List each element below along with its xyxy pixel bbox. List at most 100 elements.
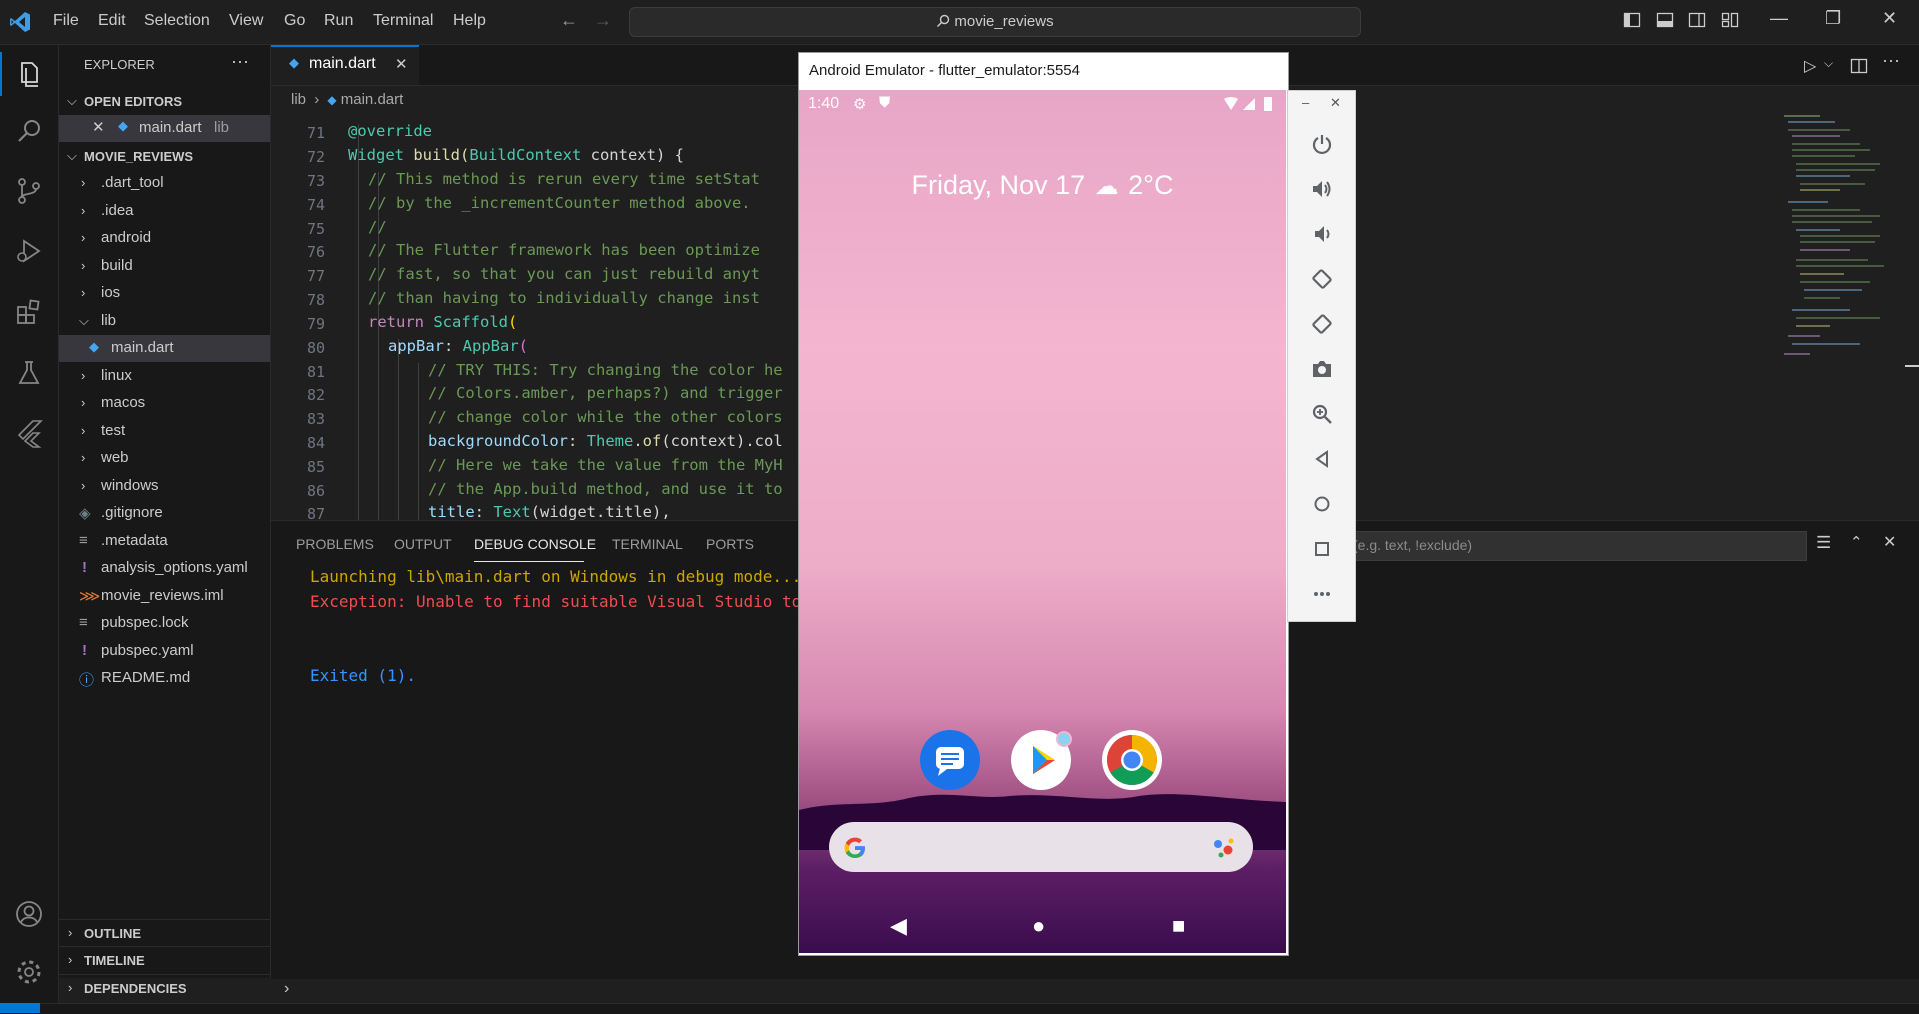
extensions-icon[interactable]: [13, 296, 45, 328]
tab-problems[interactable]: PROBLEMS: [296, 536, 374, 552]
dependencies-section[interactable]: › DEPENDENCIES: [59, 974, 270, 1002]
tree-folder[interactable]: › windows: [59, 473, 270, 500]
tree-folder[interactable]: › .idea: [59, 198, 270, 225]
close-window-icon[interactable]: ✕: [1882, 8, 1897, 29]
search-icon[interactable]: [13, 116, 45, 148]
clear-console-icon[interactable]: ☰: [1816, 533, 1831, 553]
code-line[interactable]: backgroundColor: Theme.of(context).col: [428, 432, 783, 450]
android-back-icon[interactable]: ◀: [890, 913, 907, 939]
code-line[interactable]: // This method is rerun every time setSt…: [368, 170, 760, 188]
project-section[interactable]: ⌵ MOVIE_REVIEWS: [59, 143, 270, 170]
tree-file[interactable]: ! analysis_options.yaml: [59, 555, 270, 582]
tree-folder[interactable]: › ios: [59, 280, 270, 307]
tree-folder[interactable]: › linux: [59, 363, 270, 390]
customize-layout-icon[interactable]: [1721, 11, 1739, 29]
code-line[interactable]: Widget build(BuildContext context) {: [348, 146, 684, 164]
tree-folder[interactable]: › web: [59, 445, 270, 472]
menu-file[interactable]: File: [53, 12, 79, 30]
maximize-panel-icon[interactable]: ⌃: [1850, 533, 1863, 551]
breadcrumb-dir[interactable]: lib: [291, 91, 306, 108]
google-assistant-icon[interactable]: [1211, 836, 1239, 860]
manage-gear-icon[interactable]: [13, 956, 45, 988]
forward-arrow-icon[interactable]: →: [594, 10, 612, 31]
google-search-bar[interactable]: [829, 822, 1253, 872]
code-line[interactable]: // than having to individually change in…: [368, 289, 760, 307]
code-line[interactable]: // the App.build method, and use it to: [428, 480, 783, 498]
tab-ports[interactable]: PORTS: [706, 536, 754, 552]
tree-folder[interactable]: › .dart_tool: [59, 170, 270, 197]
menu-edit[interactable]: Edit: [98, 12, 126, 30]
maximize-icon[interactable]: ❐: [1825, 8, 1841, 29]
tree-file[interactable]: ! pubspec.yaml: [59, 638, 270, 665]
back-triangle-icon[interactable]: [1310, 447, 1334, 471]
android-overview-icon[interactable]: ■: [1172, 913, 1185, 939]
home-circle-icon[interactable]: [1310, 492, 1334, 516]
outline-section[interactable]: › OUTLINE: [59, 919, 270, 947]
code-line[interactable]: //: [368, 218, 387, 236]
tab-terminal[interactable]: TERMINAL: [612, 536, 683, 552]
more-actions-icon[interactable]: ···: [231, 51, 249, 72]
code-line[interactable]: // Here we take the value from the MyH: [428, 456, 783, 474]
minimap[interactable]: [1780, 110, 1900, 370]
tab-main-dart[interactable]: ◆ main.dart ✕: [271, 45, 419, 85]
rotate-left-icon[interactable]: [1310, 267, 1334, 291]
menu-selection[interactable]: Selection: [144, 12, 210, 30]
date-weather-widget[interactable]: Friday, Nov 17 ☁ 2°C: [799, 170, 1286, 201]
code-line[interactable]: // by the _incrementCounter method above…: [368, 194, 751, 212]
minimize-icon[interactable]: —: [1770, 8, 1788, 29]
chevron-down-icon[interactable]: ⌵: [1824, 56, 1833, 71]
tree-file[interactable]: ≡ pubspec.lock: [59, 610, 270, 637]
close-icon[interactable]: ✕: [1330, 95, 1341, 111]
code-line[interactable]: // fast, so that you can just rebuild an…: [368, 265, 760, 283]
chrome-app-icon[interactable]: [1102, 730, 1162, 790]
camera-icon[interactable]: [1310, 357, 1334, 381]
menu-view[interactable]: View: [229, 12, 263, 30]
back-arrow-icon[interactable]: ←: [560, 10, 578, 31]
tab-debug-console[interactable]: DEBUG CONSOLE: [474, 536, 596, 552]
android-home-icon[interactable]: ●: [1032, 913, 1045, 939]
run-icon[interactable]: ▷: [1804, 56, 1816, 76]
code-line[interactable]: // TRY THIS: Try changing the color he: [428, 361, 783, 379]
volume-up-icon[interactable]: [1310, 177, 1334, 201]
power-icon[interactable]: [1310, 132, 1334, 156]
menu-help[interactable]: Help: [453, 12, 486, 30]
tree-file[interactable]: ≡ .metadata: [59, 528, 270, 555]
timeline-section[interactable]: › TIMELINE: [59, 946, 270, 974]
code-line[interactable]: title: Text(widget.title),: [428, 503, 671, 521]
toggle-primary-sidebar-icon[interactable]: [1623, 11, 1641, 29]
code-line[interactable]: // Colors.amber, perhaps?) and trigger: [428, 384, 783, 402]
command-center-search[interactable]: movie_reviews: [629, 7, 1361, 37]
tree-folder-open[interactable]: ⌵ lib: [59, 308, 270, 335]
testing-flask-icon[interactable]: [13, 357, 45, 389]
rotate-right-icon[interactable]: [1310, 312, 1334, 336]
toggle-secondary-sidebar-icon[interactable]: [1688, 11, 1706, 29]
tree-folder[interactable]: › test: [59, 418, 270, 445]
explorer-icon[interactable]: [13, 58, 45, 90]
debug-console-filter-input[interactable]: (e.g. text, !exclude): [1345, 531, 1807, 561]
tree-file[interactable]: ⋙ movie_reviews.iml: [59, 583, 270, 610]
open-editor-item[interactable]: ✕ ◆ main.dart lib: [59, 115, 270, 142]
code-line[interactable]: return Scaffold(: [368, 313, 517, 331]
close-editor-icon[interactable]: ✕: [92, 118, 105, 136]
close-tab-icon[interactable]: ✕: [395, 55, 408, 73]
tree-file-selected[interactable]: ◆ main.dart: [59, 335, 270, 362]
open-editors-section[interactable]: ⌵ OPEN EDITORS: [59, 88, 270, 115]
overview-square-icon[interactable]: [1310, 537, 1334, 561]
close-panel-icon[interactable]: ✕: [1883, 532, 1896, 552]
run-and-debug-icon[interactable]: [13, 235, 45, 267]
tree-file[interactable]: ◈ .gitignore: [59, 500, 270, 527]
more-actions-icon[interactable]: ···: [1882, 50, 1900, 71]
console-prompt-chevron-icon[interactable]: ›: [284, 980, 289, 998]
tab-output[interactable]: OUTPUT: [394, 536, 452, 552]
split-editor-icon[interactable]: [1850, 57, 1868, 75]
menu-run[interactable]: Run: [324, 12, 353, 30]
toggle-panel-icon[interactable]: [1656, 11, 1674, 29]
code-line[interactable]: // change color while the other colors: [428, 408, 783, 426]
tree-folder[interactable]: › build: [59, 253, 270, 280]
more-options-icon[interactable]: [1310, 582, 1334, 606]
flutter-icon[interactable]: [13, 417, 45, 449]
tree-file[interactable]: ⓘ README.md: [59, 665, 270, 692]
code-line[interactable]: @override: [348, 122, 432, 140]
tree-folder[interactable]: › macos: [59, 390, 270, 417]
menu-go[interactable]: Go: [284, 12, 305, 30]
